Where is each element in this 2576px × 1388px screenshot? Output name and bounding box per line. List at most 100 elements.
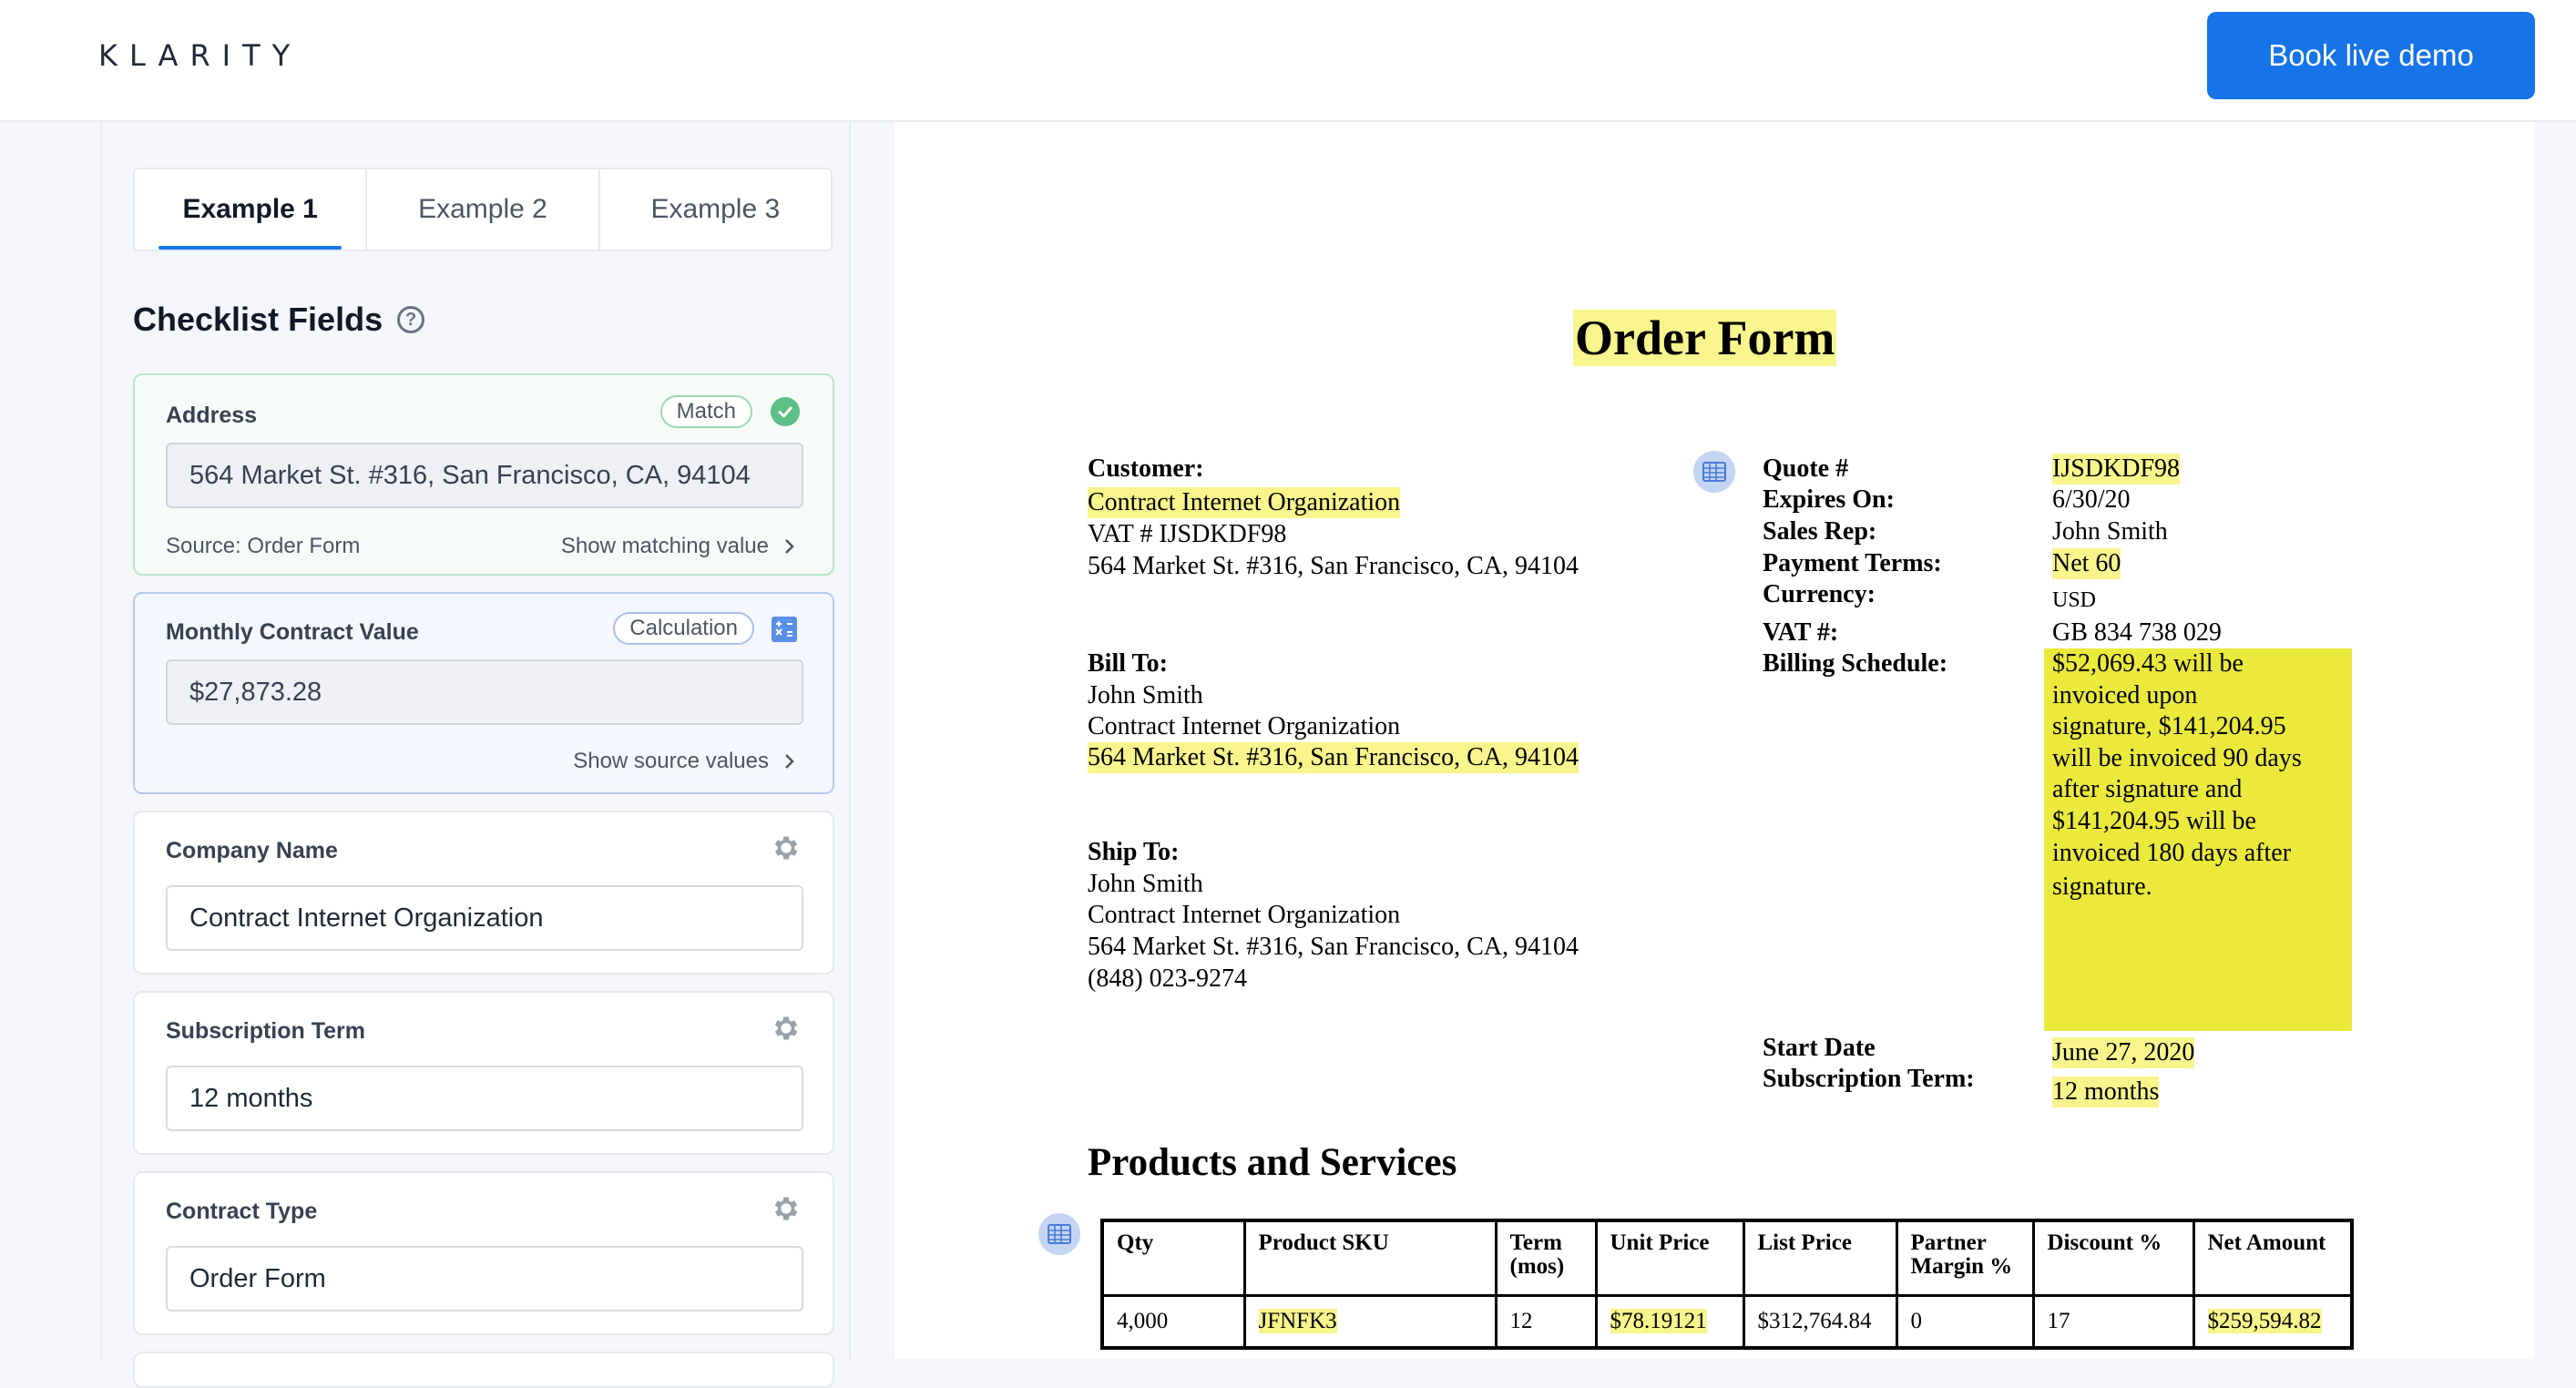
calculation-badge: Calculation: [613, 612, 754, 645]
contract-type-card: Contract Type Order Form: [133, 1171, 834, 1335]
ship-to-label: Ship To:: [1088, 838, 1180, 866]
table-header-row: Qty Product SKU Term (mos) Unit Price Li…: [1100, 1219, 2354, 1297]
table-cell: JFNFK3: [1242, 1293, 1498, 1350]
column-header: Qty: [1100, 1219, 1246, 1297]
bill-to-label: Bill To:: [1088, 649, 1168, 678]
customer-address: 564 Market St. #316, San Francisco, CA, …: [1088, 552, 1579, 580]
table-cell: $259,594.82: [2192, 1293, 2354, 1350]
chevron-right-icon: [785, 539, 794, 554]
check-circle-icon: [771, 397, 800, 426]
products-table: Qty Product SKU Term (mos) Unit Price Li…: [1100, 1219, 2354, 1350]
expires-label: Expires On:: [1763, 485, 1895, 514]
ship-to-phone: (848) 023-9274: [1088, 964, 1247, 993]
subscription-term-field[interactable]: 12 months: [166, 1066, 803, 1131]
customer-label: Customer:: [1088, 454, 1204, 483]
table-icon[interactable]: [1038, 1213, 1080, 1255]
quote-label: Quote #: [1763, 454, 1849, 483]
monthly-contract-value-field[interactable]: $27,873.28: [166, 659, 803, 725]
tab-example-3[interactable]: Example 3: [600, 169, 831, 250]
bill-to-person: John Smith: [1088, 681, 1203, 709]
monthly-contract-value-card: Monthly Contract Value Calculation $27,8…: [133, 592, 834, 794]
table-cell: 0: [1895, 1293, 2035, 1350]
show-matching-value-link[interactable]: Show matching value: [561, 534, 796, 559]
gear-icon[interactable]: [771, 1193, 802, 1224]
bill-to-address: 564 Market St. #316, San Francisco, CA, …: [1088, 742, 1579, 773]
column-header: Term (mos): [1494, 1219, 1598, 1297]
top-bar: KLARITY Book live demo: [0, 0, 2576, 122]
products-heading: Products and Services: [1088, 1141, 1457, 1184]
table-cell: 17: [2031, 1293, 2195, 1350]
contract-type-label: Contract Type: [166, 1199, 318, 1224]
customer-name: Contract Internet Organization: [1088, 487, 1401, 518]
column-header: List Price: [1742, 1219, 1898, 1297]
company-name-card: Company Name Contract Internet Organizat…: [133, 811, 834, 975]
start-date-label: Start Date: [1763, 1034, 1876, 1062]
monthly-contract-value-label: Monthly Contract Value: [166, 619, 419, 645]
bill-to-org: Contract Internet Organization: [1088, 712, 1401, 740]
calculator-icon[interactable]: [771, 616, 798, 643]
document-title: Order Form: [1573, 310, 1837, 366]
klarity-logo[interactable]: KLARITY: [98, 38, 302, 73]
gear-icon[interactable]: [771, 1013, 802, 1044]
billing-line: will be invoiced 90 days: [2052, 743, 2302, 772]
unit-price-value: $78.19121: [1610, 1308, 1707, 1333]
company-name-label: Company Name: [166, 838, 338, 863]
address-source: Source: Order Form: [166, 534, 361, 558]
tab-example-1[interactable]: Example 1: [135, 169, 368, 250]
example-tabs: Example 1 Example 2 Example 3: [133, 168, 833, 251]
sku-value: JFNFK3: [1258, 1308, 1337, 1333]
column-header: Partner Margin %: [1895, 1219, 2035, 1297]
column-header: Discount %: [2031, 1219, 2195, 1297]
subscription-term-doc-label: Subscription Term:: [1763, 1065, 1975, 1093]
billing-line: invoiced 180 days after: [2052, 838, 2292, 867]
table-cell: $78.19121: [1594, 1293, 1745, 1350]
show-source-values-link[interactable]: Show source values: [573, 749, 796, 774]
quote-value: IJSDKDF98: [2052, 454, 2181, 485]
order-form-document: Order Form Customer: Contract Internet O…: [894, 122, 2534, 1359]
currency-label: Currency:: [1763, 580, 1876, 608]
payment-terms-value: Net 60: [2052, 548, 2121, 579]
column-header: Unit Price: [1594, 1219, 1745, 1297]
show-source-values-label: Show source values: [573, 749, 769, 773]
billing-line: invoiced upon: [2052, 680, 2198, 709]
checklist-panel: Example 1 Example 2 Example 3 Checklist …: [100, 122, 851, 1388]
address-label: Address: [166, 403, 258, 428]
billing-schedule-label: Billing Schedule:: [1763, 649, 1948, 678]
currency-value: USD: [2052, 588, 2097, 612]
billing-line: signature, $141,204.95: [2052, 712, 2286, 741]
table-row: 4,000 JFNFK3 12 $78.19121 $312,764.84 0 …: [1100, 1293, 2354, 1350]
billing-line: after signature and: [2052, 775, 2243, 804]
ship-to-address: 564 Market St. #316, San Francisco, CA, …: [1088, 933, 1579, 961]
subscription-term-label: Subscription Term: [166, 1018, 366, 1044]
chevron-right-icon: [785, 754, 794, 769]
billing-line: $52,069.43 will be: [2052, 649, 2244, 678]
ship-to-person: John Smith: [1088, 870, 1203, 898]
tab-example-2[interactable]: Example 2: [367, 169, 600, 250]
billing-line: $141,204.95 will be: [2052, 806, 2256, 835]
billing-line: signature.: [2052, 873, 2152, 902]
column-header: Net Amount: [2192, 1219, 2354, 1297]
address-field[interactable]: 564 Market St. #316, San Francisco, CA, …: [166, 443, 803, 508]
help-icon[interactable]: ?: [397, 306, 425, 333]
table-cell: $312,764.84: [1742, 1293, 1898, 1350]
subscription-term-card: Subscription Term 12 months: [133, 991, 834, 1155]
column-header: Product SKU: [1242, 1219, 1498, 1297]
contract-type-field[interactable]: Order Form: [166, 1246, 803, 1311]
table-icon[interactable]: [1693, 451, 1735, 493]
vat-value: GB 834 738 029: [2052, 618, 2222, 647]
company-name-field[interactable]: Contract Internet Organization: [166, 885, 803, 951]
start-date-value: June 27, 2020: [2052, 1037, 2195, 1068]
next-field-card: [133, 1352, 834, 1388]
sales-rep-value: John Smith: [2052, 517, 2168, 546]
show-matching-value-label: Show matching value: [560, 534, 769, 558]
ship-to-org: Contract Internet Organization: [1088, 901, 1401, 929]
table-cell: 4,000: [1100, 1293, 1246, 1350]
customer-vat: VAT # IJSDKDF98: [1088, 520, 1287, 548]
payment-terms-label: Payment Terms:: [1763, 549, 1942, 577]
billing-schedule-value: $52,069.43 will be invoiced upon signatu…: [2044, 648, 2352, 1031]
vat-label: VAT #:: [1763, 618, 1839, 647]
expires-value: 6/30/20: [2052, 485, 2131, 514]
book-live-demo-button[interactable]: Book live demo: [2207, 12, 2535, 99]
gear-icon[interactable]: [771, 832, 802, 863]
sales-rep-label: Sales Rep:: [1763, 517, 1877, 546]
